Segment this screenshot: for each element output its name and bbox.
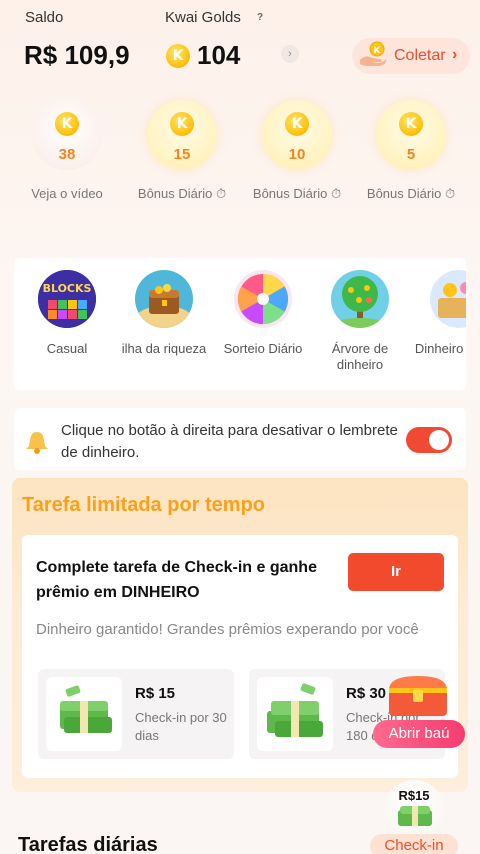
limited-task-title: Tarefa limitada por tempo [22, 494, 266, 516]
go-button[interactable]: Ir [348, 553, 444, 591]
balance-value[interactable]: R$ 109,9 [24, 40, 130, 71]
treasure-island-icon [135, 270, 193, 328]
bonus-label: Bônus Diário ⏱ [252, 186, 342, 201]
game-treasure-island[interactable]: ilha da riqueza [114, 270, 214, 357]
svg-text:K: K [374, 46, 382, 56]
checkin-task-title: Complete tarefa de Check-in e ganhe prêm… [36, 559, 317, 601]
help-icon[interactable]: ? [253, 11, 267, 25]
coin-icon: K [399, 112, 423, 136]
game-label: Sorteio Diário [223, 341, 303, 356]
reminder-text: Clique no botão à direita para desativar… [61, 422, 398, 461]
cash-stack-icon [257, 677, 333, 751]
wallet-header: Saldo R$ 109,9 Kwai Golds ? K 104 › K Co… [0, 0, 480, 90]
game-casual[interactable]: BLOCKS Casual [17, 270, 117, 357]
fast-money-icon [430, 270, 466, 328]
bonus-daily-2[interactable]: K 10 Bônus Diário ⏱ [247, 100, 347, 210]
game-fast-money[interactable]: Dinheiro rápido [409, 270, 466, 357]
chevron-right-icon: › [452, 46, 458, 63]
prize-value: R$ 15 [135, 685, 176, 702]
game-daily-draw[interactable]: Sorteio Diário [213, 270, 313, 357]
game-label: Dinheiro rápido [414, 341, 466, 356]
bonus-value: 15 [173, 146, 191, 163]
bonus-label: Bônus Diário ⏱ [366, 186, 456, 201]
game-money-tree[interactable]: Árvore de dinheiro [310, 270, 410, 373]
checkin-button[interactable]: Check-in [370, 834, 458, 854]
reminder-toggle[interactable] [406, 427, 452, 453]
golds-label: Kwai Golds [165, 9, 241, 26]
money-tree-icon [331, 270, 389, 328]
golds-value[interactable]: 104 [197, 40, 240, 71]
coin-icon: K [285, 112, 309, 136]
kwai-coin-icon: K [166, 44, 190, 68]
bonus-label: Veja o vídeo [31, 186, 103, 201]
bonus-value: 10 [288, 146, 306, 163]
bonus-daily-1[interactable]: K 15 Bônus Diário ⏱ [132, 100, 232, 210]
game-label: ilha da riqueza [121, 341, 207, 356]
game-label: Árvore de dinheiro [331, 341, 389, 372]
bonus-watch-video[interactable]: K 38 Veja o vídeo [17, 100, 117, 210]
coin-icon: K [55, 112, 79, 136]
treasure-chest-icon [389, 676, 447, 716]
checkin-widget[interactable]: R$15 Check-in [370, 778, 460, 854]
coin-icon: K [170, 112, 194, 136]
prize-description: Check-in por 30 dias [135, 710, 227, 743]
collect-button[interactable]: K Coletar › [352, 38, 470, 74]
bell-icon [26, 432, 48, 454]
hand-coin-icon: K [360, 41, 387, 66]
cash-stack-icon [46, 677, 122, 751]
bonus-daily-3[interactable]: K 5 Bônus Diário ⏱ [361, 100, 461, 210]
toggle-knob [429, 430, 449, 450]
open-chest-button[interactable]: Abrir baú [373, 720, 465, 748]
balance-label: Saldo [25, 9, 64, 26]
open-chest-widget[interactable]: Abrir baú [371, 672, 467, 752]
prize-card[interactable]: R$ 15 Check-in por 30 dias [38, 669, 234, 759]
svg-text:BLOCKS: BLOCKS [43, 282, 92, 295]
prize-wheel-icon [234, 270, 292, 328]
checkin-value: R$15 [398, 788, 430, 803]
bonus-value: 5 [406, 146, 416, 163]
bonus-value: 38 [58, 146, 76, 163]
games-carousel[interactable]: BLOCKS Casual ilha da riqueza Sorteio Di… [14, 258, 466, 390]
golds-chevron-icon[interactable]: › [281, 45, 299, 63]
daily-tasks-title: Tarefas diárias [18, 834, 158, 854]
game-label: Casual [46, 341, 88, 356]
collect-label: Coletar [394, 47, 446, 64]
bonus-label: Bônus Diário ⏱ [137, 186, 227, 201]
reminder-card: Clique no botão à direita para desativar… [14, 408, 466, 470]
blocks-game-icon: BLOCKS [38, 270, 96, 328]
checkin-task-subtitle: Dinheiro garantido! Grandes prêmios expe… [36, 621, 419, 638]
